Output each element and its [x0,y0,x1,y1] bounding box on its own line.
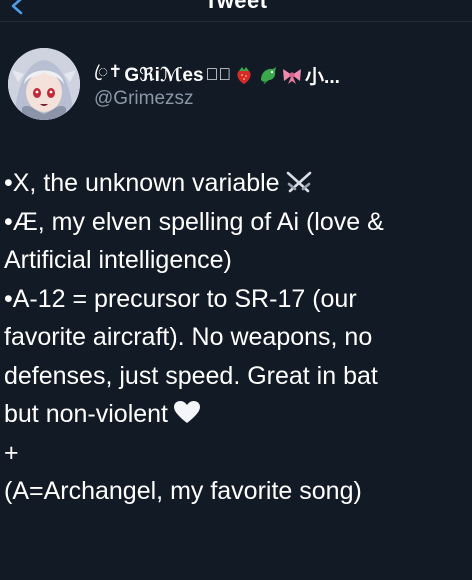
tweet-line-8: + [4,438,19,467]
tweet-screen: Tweet ꦿ✝ Gℜiℳes ✝ꦿ 小... @Grimezsz •X, th… [0,0,472,580]
dragon-emoji [261,67,277,84]
tweet-line-5: favorite aircraft). No weapons, no [4,323,373,351]
author-names: ꦿ✝ Gℜiℳes ✝ꦿ 小... @Grimezsz [94,62,468,110]
white-heart-icon [174,401,201,423]
display-name-trailing: 小... [305,66,340,88]
tweet-line-1-text: •X, the unknown variable [4,169,280,197]
tweet-line-9: (A=Archangel, my favorite song) [4,477,362,505]
display-name[interactable]: ꦿ✝ Gℜiℳes ✝ꦿ 小... [94,62,468,88]
tweet-line-1: •X, the unknown variable [4,164,472,203]
tweet-line-4: •A-12 = precursor to SR-17 (our [4,284,357,313]
ribbon-emoji [283,69,302,84]
tweet-line-2: •Æ, my elven spelling of Ai (love & [4,207,384,236]
tweet-line-3: Artificial intelligence) [4,246,232,274]
tweet-line-7-text: but non-violent [4,400,169,428]
name-decoration-prefix: ꦿ✝ [94,62,123,81]
top-nav-bar: Tweet [0,0,472,22]
crossed-swords-icon [286,171,311,193]
nav-title: Tweet [204,0,268,13]
tweet-line-7: but non-violent [4,395,472,434]
strawberry-emoji [237,67,251,84]
avatar-image [8,48,80,120]
display-name-text: Gℜiℳes [124,64,204,86]
avatar[interactable] [8,48,80,120]
author-handle[interactable]: @Grimezsz [94,88,468,110]
tweet-author-header[interactable]: ꦿ✝ Gℜiℳes ✝ꦿ 小... @Grimezsz [0,36,472,126]
tweet-line-6: defenses, just speed. Great in bat [4,361,378,390]
tweet-body: •X, the unknown variable •Æ, my elven sp… [4,164,472,511]
name-decoration-suffix: ✝ꦿ [205,65,232,84]
